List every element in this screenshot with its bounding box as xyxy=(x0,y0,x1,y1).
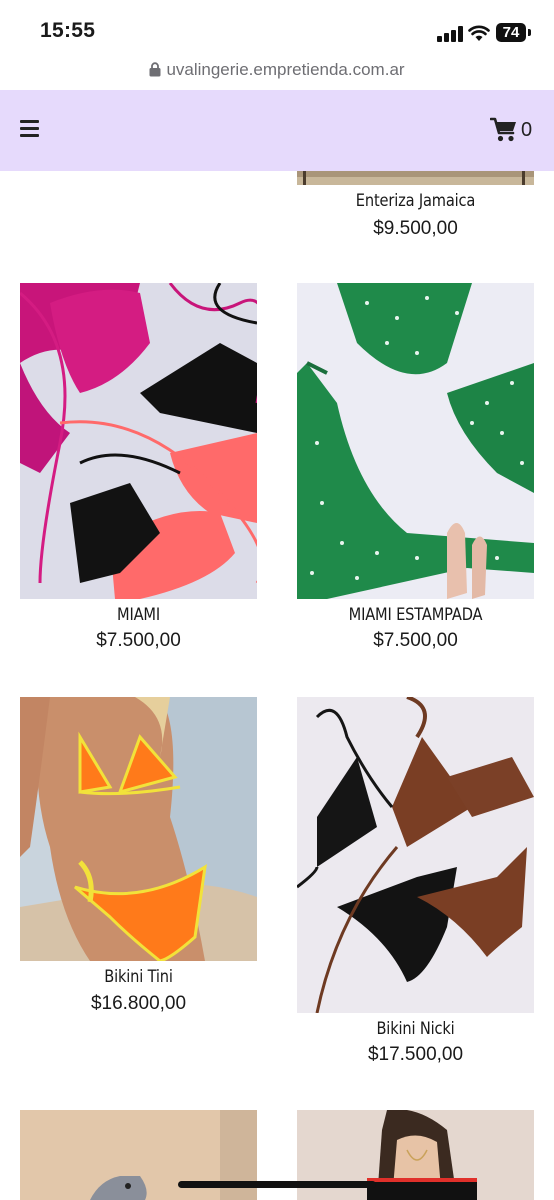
product-name[interactable]: Bikini Tini xyxy=(37,967,241,987)
home-indicator[interactable] xyxy=(178,1181,376,1188)
cellular-signal-icon xyxy=(437,26,463,42)
shopping-cart-icon xyxy=(490,117,516,142)
product-card[interactable]: Bikini Nicki $17.500,00 xyxy=(297,697,534,1077)
product-image[interactable] xyxy=(20,283,257,599)
lock-icon xyxy=(149,62,161,77)
product-image[interactable] xyxy=(297,171,534,185)
product-price: $7.500,00 xyxy=(373,630,458,651)
product-card[interactable]: MIAMI ESTAMPADA $7.500,00 xyxy=(297,283,534,663)
product-image[interactable] xyxy=(20,697,257,961)
battery-tip xyxy=(528,29,531,36)
product-name[interactable]: MIAMI ESTAMPADA xyxy=(314,605,518,625)
product-image[interactable] xyxy=(297,697,534,1013)
hamburger-menu-icon[interactable] xyxy=(20,120,39,138)
product-price: $7.500,00 xyxy=(96,630,181,651)
status-bar: 15:55 74 xyxy=(0,0,554,60)
product-name[interactable]: Bikini Nicki xyxy=(314,1019,518,1039)
product-image[interactable] xyxy=(297,283,534,599)
product-card[interactable]: MIAMI $7.500,00 xyxy=(20,283,257,663)
product-card[interactable]: Bikini Tini $16.800,00 xyxy=(20,697,257,1027)
product-name[interactable]: Enteriza Jamaica xyxy=(314,191,518,211)
address-url: uvalingerie.empretienda.com.ar xyxy=(166,60,405,79)
wifi-icon xyxy=(468,25,490,41)
product-name[interactable]: MIAMI xyxy=(37,605,241,625)
product-price: $9.500,00 xyxy=(373,218,458,239)
status-time: 15:55 xyxy=(40,19,96,42)
cart-count: 0 xyxy=(521,119,533,141)
product-card[interactable]: Enteriza Jamaica $9.500,00 xyxy=(297,171,534,251)
address-bar[interactable]: uvalingerie.empretienda.com.ar xyxy=(0,60,554,90)
product-price: $17.500,00 xyxy=(367,1044,464,1065)
battery-icon: 74 xyxy=(496,23,526,42)
product-price: $16.800,00 xyxy=(90,993,187,1014)
store-header: 0 xyxy=(0,90,554,171)
